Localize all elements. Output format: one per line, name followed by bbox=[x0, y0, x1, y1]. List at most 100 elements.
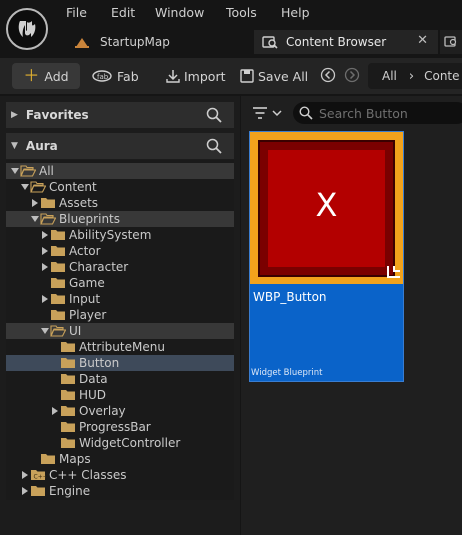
tree-item-input[interactable]: Input bbox=[6, 291, 234, 307]
menu-tools[interactable]: Tools bbox=[226, 5, 257, 20]
folder-icon bbox=[50, 261, 66, 273]
tree-item-attributemenu[interactable]: AttributeMenu bbox=[6, 339, 234, 355]
favorites-label: Favorites bbox=[25, 108, 89, 122]
tree-item-progressbar[interactable]: ProgressBar bbox=[6, 419, 234, 435]
folder-icon bbox=[50, 245, 66, 257]
tree-item-ui[interactable]: UI bbox=[6, 323, 234, 339]
folder-open-icon bbox=[30, 181, 47, 193]
thumbnail-glyph: X bbox=[315, 186, 338, 224]
tree-item-all[interactable]: All bbox=[6, 163, 234, 179]
search-icon[interactable] bbox=[206, 107, 222, 123]
folder-icon bbox=[30, 485, 46, 497]
tree-item-label: Content bbox=[49, 180, 97, 194]
folder-icon: C++ bbox=[30, 469, 48, 481]
tab-overflow[interactable] bbox=[440, 30, 462, 54]
tree-item-game[interactable]: Game bbox=[6, 275, 234, 291]
filter-button[interactable] bbox=[252, 105, 284, 124]
tree-item-label: HUD bbox=[79, 388, 107, 402]
tree-item-widgetcontroller[interactable]: WidgetController bbox=[6, 435, 234, 451]
chevron-down-icon[interactable] bbox=[40, 323, 50, 339]
chevron-right-icon[interactable] bbox=[40, 259, 50, 275]
chevron-right-icon[interactable] bbox=[20, 483, 30, 499]
save-all-label: Save All bbox=[258, 68, 309, 84]
tree-item-button[interactable]: Button bbox=[6, 355, 234, 371]
breadcrumb-all[interactable]: All bbox=[382, 69, 397, 83]
search-field[interactable]: Search Button bbox=[293, 102, 462, 124]
tree-item-label: Engine bbox=[49, 484, 91, 498]
tree-item-assets[interactable]: Assets bbox=[6, 195, 234, 211]
search-icon[interactable] bbox=[206, 138, 222, 154]
tree-item-data[interactable]: Data bbox=[6, 371, 234, 387]
folder-icon bbox=[50, 293, 66, 305]
folder-icon bbox=[50, 309, 66, 321]
add-label: Add bbox=[44, 68, 69, 84]
tab-label: Content Browser bbox=[286, 35, 387, 49]
folder-icon bbox=[60, 437, 76, 449]
tree-item-overlay[interactable]: Overlay bbox=[6, 403, 234, 419]
breadcrumb-content[interactable]: Conte bbox=[424, 69, 459, 83]
menu-file[interactable]: File bbox=[66, 5, 87, 20]
chevron-right-icon[interactable] bbox=[40, 227, 50, 243]
menu-edit[interactable]: Edit bbox=[111, 5, 135, 20]
add-button[interactable]: ＋ Add bbox=[12, 63, 80, 89]
tree-item-hud[interactable]: HUD bbox=[6, 387, 234, 403]
tab-icon bbox=[444, 36, 457, 47]
chevron-right-icon[interactable] bbox=[50, 403, 60, 419]
search-icon bbox=[299, 106, 313, 120]
favorites-header[interactable]: ▶ Favorites bbox=[6, 102, 234, 128]
tree-item-label: Player bbox=[69, 308, 107, 322]
folder-open-icon bbox=[40, 213, 57, 225]
tree-item-character[interactable]: Character bbox=[6, 259, 234, 275]
forward-icon[interactable] bbox=[344, 67, 360, 86]
tree-item-label: UI bbox=[69, 324, 82, 338]
content-browser-icon bbox=[262, 36, 278, 49]
chevron-down-icon[interactable] bbox=[20, 179, 30, 195]
tree-item-engine[interactable]: Engine bbox=[6, 483, 234, 499]
plus-icon: ＋ bbox=[23, 66, 40, 85]
chevron-down-icon[interactable] bbox=[30, 211, 40, 227]
tree-item-abilitysystem[interactable]: AbilitySystem bbox=[6, 227, 234, 243]
tree-item-content[interactable]: Content bbox=[6, 179, 234, 195]
tree-item-blueprints[interactable]: Blueprints bbox=[6, 211, 234, 227]
collapse-arrow-icon: ▶ bbox=[11, 110, 18, 120]
svg-text:C++: C++ bbox=[34, 474, 47, 481]
fab-icon: fab bbox=[92, 70, 112, 82]
asset-type: Widget Blueprint bbox=[251, 368, 323, 378]
tree-item-label: WidgetController bbox=[79, 436, 181, 450]
import-label: Import bbox=[184, 68, 226, 84]
tree-item-player[interactable]: Player bbox=[6, 307, 234, 323]
folder-icon bbox=[60, 373, 76, 385]
menu-help[interactable]: Help bbox=[281, 5, 310, 20]
import-button[interactable]: Import bbox=[166, 63, 226, 89]
menu-window[interactable]: Window bbox=[155, 5, 204, 20]
save-all-button[interactable]: Save All bbox=[240, 63, 308, 89]
chevron-right-icon[interactable] bbox=[30, 195, 40, 211]
back-icon[interactable] bbox=[320, 67, 336, 86]
thumbnail-face: X bbox=[268, 150, 385, 267]
tree-item-maps[interactable]: Maps bbox=[6, 451, 234, 467]
fab-button[interactable]: fab Fab bbox=[92, 63, 139, 89]
chevron-right-icon[interactable] bbox=[40, 243, 50, 259]
tab-content-browser[interactable]: Content Browser ✕ bbox=[254, 30, 438, 54]
project-header[interactable]: ▼ Aura bbox=[6, 133, 234, 159]
chevron-right-icon[interactable]: › bbox=[409, 69, 414, 84]
close-tab-icon[interactable]: ✕ bbox=[417, 33, 428, 48]
tree-item-label: Assets bbox=[59, 196, 99, 210]
tree-item-actor[interactable]: Actor bbox=[6, 243, 234, 259]
chevron-right-icon[interactable] bbox=[40, 291, 50, 307]
chevron-right-icon[interactable] bbox=[20, 467, 30, 483]
folder-open-icon bbox=[20, 165, 37, 177]
folder-open-icon bbox=[50, 325, 67, 337]
tab-startup-map[interactable]: StartupMap bbox=[68, 30, 248, 54]
tree-item-c-classes[interactable]: C++ C++ Classes bbox=[6, 467, 234, 483]
project-label: Aura bbox=[25, 139, 58, 153]
tree-item-label: AttributeMenu bbox=[79, 340, 165, 354]
unreal-logo-icon[interactable] bbox=[6, 8, 48, 50]
chevron-down-icon[interactable] bbox=[10, 163, 20, 179]
